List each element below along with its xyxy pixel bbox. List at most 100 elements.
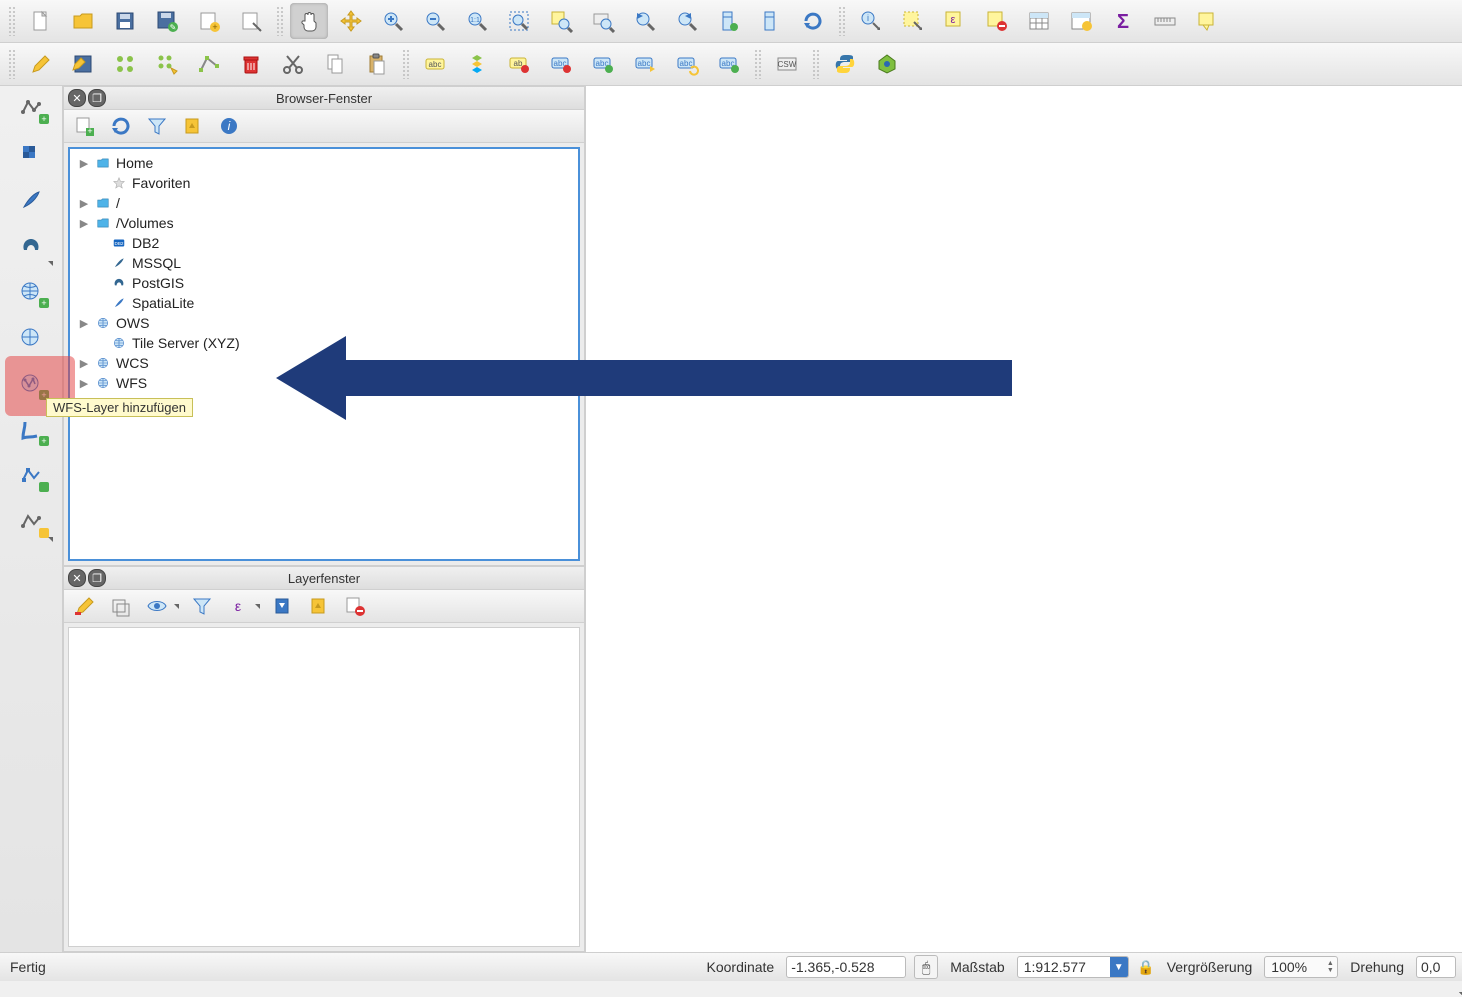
properties-icon[interactable]: i bbox=[216, 113, 242, 139]
rotate-label-button[interactable]: abc bbox=[668, 46, 706, 82]
scale-lock-button[interactable]: 🔒 bbox=[1137, 958, 1155, 976]
add-wms-layer-button[interactable]: + bbox=[11, 274, 51, 310]
browser-tree-item[interactable]: Tile Server (XYZ) bbox=[70, 333, 578, 353]
style-icon[interactable] bbox=[72, 593, 98, 619]
highlight-labels-button[interactable]: ab bbox=[500, 46, 538, 82]
rotation-field[interactable]: 0,0 bbox=[1416, 956, 1456, 978]
new-bookmark-button[interactable] bbox=[710, 3, 748, 39]
browser-tree[interactable]: ▶HomeFavoriten▶/▶/VolumesDB2DB2MSSQLPost… bbox=[68, 147, 580, 561]
refresh-icon[interactable] bbox=[108, 113, 134, 139]
add-postgis-layer-button[interactable] bbox=[11, 228, 51, 264]
tree-expander-icon[interactable]: ▶ bbox=[78, 317, 90, 330]
add-delimited-text-layer-button[interactable]: + bbox=[11, 412, 51, 448]
zoom-last-button[interactable] bbox=[626, 3, 664, 39]
browser-tree-item[interactable]: ▶Home bbox=[70, 153, 578, 173]
label-tool-button[interactable]: abc bbox=[416, 46, 454, 82]
measure-button[interactable] bbox=[1146, 3, 1184, 39]
browser-tree-item[interactable]: PostGIS bbox=[70, 273, 578, 293]
toolbar-grip[interactable] bbox=[8, 6, 16, 36]
add-feature-button[interactable] bbox=[106, 46, 144, 82]
filter-icon[interactable] bbox=[144, 113, 170, 139]
python-console-button[interactable] bbox=[826, 46, 864, 82]
osm-button[interactable] bbox=[868, 46, 906, 82]
sigma-button[interactable]: Σ bbox=[1104, 3, 1142, 39]
tree-expander-icon[interactable]: ▶ bbox=[78, 157, 90, 170]
tree-expander-icon[interactable]: ▶ bbox=[78, 377, 90, 390]
panel-undock-button[interactable]: ❐ bbox=[88, 89, 106, 107]
change-label-button[interactable]: abc bbox=[710, 46, 748, 82]
tree-expander-icon[interactable]: ▶ bbox=[78, 197, 90, 210]
show-bookmarks-button[interactable] bbox=[752, 3, 790, 39]
expression-filter-icon[interactable]: ε bbox=[225, 593, 251, 619]
browser-panel-titlebar[interactable]: ✕ ❐ Browser-Fenster bbox=[64, 87, 584, 109]
panel-undock-button[interactable]: ❐ bbox=[88, 569, 106, 587]
add-layer-icon[interactable]: + bbox=[72, 113, 98, 139]
toolbar-grip[interactable] bbox=[276, 6, 284, 36]
layer-labeling-button[interactable] bbox=[458, 46, 496, 82]
collapse-all-icon[interactable] bbox=[306, 593, 332, 619]
map-canvas[interactable] bbox=[586, 86, 1462, 952]
add-spatialite-layer-button[interactable] bbox=[11, 182, 51, 218]
toolbar-grip[interactable] bbox=[754, 49, 762, 79]
toolbar-grip[interactable] bbox=[812, 49, 820, 79]
delete-selected-button[interactable] bbox=[232, 46, 270, 82]
save-project-button[interactable] bbox=[106, 3, 144, 39]
remove-layer-icon[interactable] bbox=[342, 593, 368, 619]
composer-manager-button[interactable] bbox=[232, 3, 270, 39]
metasearch-button[interactable]: CSW bbox=[768, 46, 806, 82]
save-project-as-button[interactable]: ✎ bbox=[148, 3, 186, 39]
zoom-out-button[interactable] bbox=[416, 3, 454, 39]
tree-expander-icon[interactable]: ▶ bbox=[78, 217, 90, 230]
browser-tree-item[interactable]: ▶/Volumes bbox=[70, 213, 578, 233]
coordinate-field[interactable]: -1.365,-0.528 bbox=[786, 956, 906, 978]
move-label-button[interactable]: abc bbox=[626, 46, 664, 82]
panel-close-button[interactable]: ✕ bbox=[68, 89, 86, 107]
add-virtual-layer-button[interactable] bbox=[11, 458, 51, 494]
select-expression-button[interactable]: ε bbox=[936, 3, 974, 39]
tree-expander-icon[interactable]: ▶ bbox=[78, 357, 90, 370]
copy-features-button[interactable] bbox=[316, 46, 354, 82]
add-wfs-layer-button[interactable]: + bbox=[11, 366, 51, 402]
save-edits-button[interactable] bbox=[64, 46, 102, 82]
add-wcs-layer-button[interactable] bbox=[11, 320, 51, 356]
browser-tree-item[interactable]: ▶WCS bbox=[70, 353, 578, 373]
new-print-composer-button[interactable]: + bbox=[190, 3, 228, 39]
pan-to-selection-button[interactable] bbox=[332, 3, 370, 39]
browser-tree-item[interactable]: DB2DB2 bbox=[70, 233, 578, 253]
browser-tree-item[interactable]: ▶WFS bbox=[70, 373, 578, 393]
pin-labels-button[interactable]: abc bbox=[542, 46, 580, 82]
filter-legend-icon[interactable] bbox=[189, 593, 215, 619]
node-tool-button[interactable] bbox=[190, 46, 228, 82]
layers-tree[interactable] bbox=[68, 627, 580, 947]
zoom-spinner[interactable]: 100% ▲▼ bbox=[1264, 956, 1338, 978]
browser-tree-item[interactable]: ▶/ bbox=[70, 193, 578, 213]
collapse-all-icon[interactable] bbox=[180, 113, 206, 139]
expand-all-icon[interactable] bbox=[270, 593, 296, 619]
toolbar-grip[interactable] bbox=[8, 49, 16, 79]
browser-tree-item[interactable]: Favoriten bbox=[70, 173, 578, 193]
toolbar-grip[interactable] bbox=[402, 49, 410, 79]
add-vector-layer-button[interactable]: + bbox=[11, 90, 51, 126]
panel-close-button[interactable]: ✕ bbox=[68, 569, 86, 587]
attribute-table-button[interactable] bbox=[1020, 3, 1058, 39]
zoom-next-button[interactable] bbox=[668, 3, 706, 39]
zoom-native-button[interactable]: 1:1 bbox=[458, 3, 496, 39]
cut-features-button[interactable] bbox=[274, 46, 312, 82]
layers-panel-titlebar[interactable]: ✕ ❐ Layerfenster bbox=[64, 567, 584, 589]
refresh-button[interactable] bbox=[794, 3, 832, 39]
show-hide-labels-button[interactable]: abc bbox=[584, 46, 622, 82]
visibility-icon[interactable] bbox=[144, 593, 170, 619]
browser-tree-item[interactable]: MSSQL bbox=[70, 253, 578, 273]
open-project-button[interactable] bbox=[64, 3, 102, 39]
zoom-selection-button[interactable] bbox=[542, 3, 580, 39]
new-shapefile-button[interactable] bbox=[11, 504, 51, 540]
pan-button[interactable] bbox=[290, 3, 328, 39]
browser-tree-item[interactable]: SpatiaLite bbox=[70, 293, 578, 313]
add-raster-layer-button[interactable] bbox=[11, 136, 51, 172]
paste-features-button[interactable] bbox=[358, 46, 396, 82]
deselect-button[interactable] bbox=[978, 3, 1016, 39]
new-project-button[interactable] bbox=[22, 3, 60, 39]
field-calculator-button[interactable] bbox=[1062, 3, 1100, 39]
identify-button[interactable]: i bbox=[852, 3, 890, 39]
move-feature-button[interactable] bbox=[148, 46, 186, 82]
